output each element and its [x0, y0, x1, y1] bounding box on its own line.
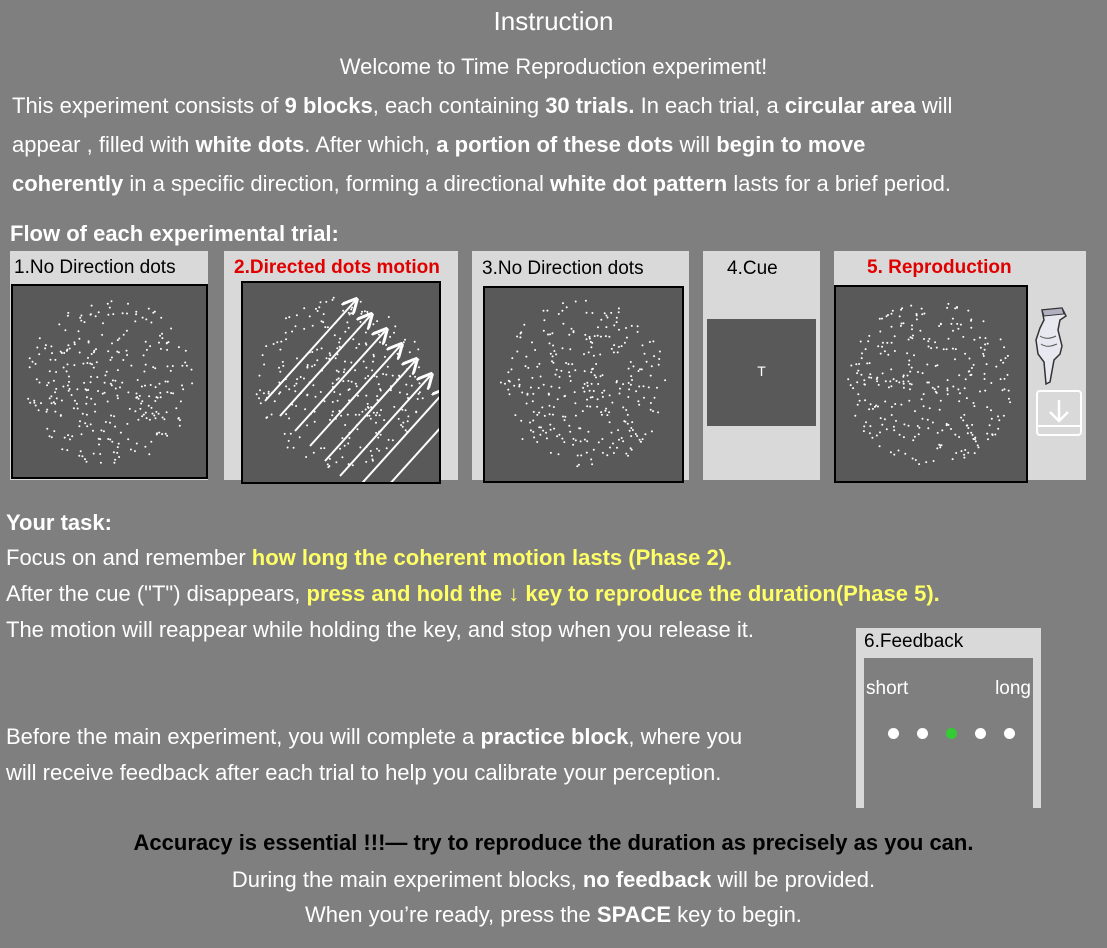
- feedback-label: 6.Feedback: [864, 631, 964, 652]
- phase-5-panel: 5. Reproduction: [834, 251, 1086, 483]
- accuracy-note: Accuracy is essential !!!— try to reprod…: [133, 830, 974, 855]
- motion-arrow: [309, 346, 400, 447]
- phase-3-label: 3.No Direction dots: [482, 258, 644, 279]
- dot-field-directed: [241, 281, 441, 484]
- start-instruction: When you’re ready, press the SPACE key t…: [305, 902, 802, 927]
- feedback-long-label: long: [995, 678, 1031, 699]
- motion-arrow: [390, 427, 439, 482]
- intro-line-1: This experiment consists of 9 blocks, ea…: [12, 93, 953, 118]
- phase-5-label: 5. Reproduction: [867, 257, 1012, 278]
- welcome-text: Welcome to Time Reproduction experiment!: [339, 54, 768, 79]
- phase-2-label: 2.Directed dots motion: [234, 257, 440, 278]
- pressing-hand-icon: [1035, 307, 1067, 386]
- feedback-short-label: short: [866, 678, 909, 699]
- feedback-scale: short long: [864, 658, 1033, 808]
- intro-line-2: appear , filled with white dots. After w…: [12, 132, 866, 157]
- feedback-dot-selected: [946, 728, 957, 739]
- phase-2-panel: 2.Directed dots motion: [224, 251, 458, 484]
- task-line-3: The motion will reappear while holding t…: [6, 617, 755, 642]
- task-line-5: will receive feedback after each trial t…: [6, 760, 722, 785]
- dot-field: [834, 285, 1028, 483]
- cue-box: T: [707, 319, 816, 426]
- flow-heading: Flow of each experimental trial:: [10, 221, 339, 246]
- down-arrow-key-icon: [1036, 390, 1082, 436]
- phase-4-label: 4.Cue: [727, 258, 778, 279]
- feedback-dot: [1004, 728, 1015, 739]
- task-line-4: Before the main experiment, you will com…: [6, 724, 743, 749]
- phase-1-panel: 1.No Direction dots: [10, 251, 208, 480]
- feedback-panel: 6.Feedback short long: [856, 628, 1041, 808]
- task-heading: Your task:: [6, 510, 112, 535]
- dot-field: [483, 286, 684, 483]
- phase-3-panel: 3.No Direction dots: [472, 251, 689, 483]
- cue-letter: T: [757, 363, 766, 379]
- phase-1-label: 1.No Direction dots: [14, 257, 176, 278]
- dot-field: [11, 284, 208, 479]
- no-feedback-note: During the main experiment blocks, no fe…: [231, 867, 876, 892]
- feedback-dot: [888, 728, 899, 739]
- task-line-1: Focus on and remember how long the coher…: [6, 545, 733, 570]
- phase-4-panel: 4.Cue T: [703, 251, 820, 480]
- intro-line-3: coherently in a specific direction, form…: [12, 171, 952, 196]
- task-line-2: After the cue ("T") disappears, press an…: [6, 581, 940, 606]
- feedback-dot: [917, 728, 928, 739]
- page-title: Instruction: [493, 6, 614, 36]
- motion-arrow: [339, 376, 430, 477]
- feedback-dot: [975, 728, 986, 739]
